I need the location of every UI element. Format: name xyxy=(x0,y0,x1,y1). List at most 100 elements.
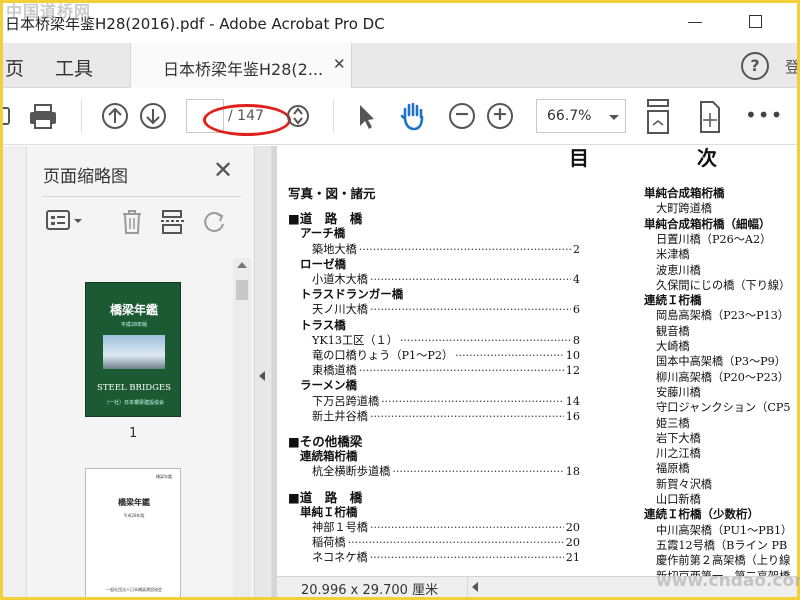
toc-group[interactable]: 連続箱桁橋 xyxy=(300,449,358,464)
page-stepper-icon[interactable] xyxy=(285,99,317,133)
toc-entry[interactable]: 慶作前第２高架橋（上り線 xyxy=(656,553,790,568)
toc-entry[interactable]: 中川高架橋（PU1～PB1） xyxy=(656,523,792,538)
toc-entry[interactable]: 安藤川橋 xyxy=(656,385,701,400)
close-tab-icon[interactable]: ✕ xyxy=(333,55,346,73)
toc-entry[interactable]: 神部１号橋 xyxy=(312,520,368,535)
zoom-in-icon[interactable]: + xyxy=(487,103,513,129)
toc-entry[interactable]: 五霞12号橋（Bライン PB xyxy=(656,538,787,553)
more-icon[interactable]: ••• xyxy=(745,103,783,127)
toc-leader: ········································… xyxy=(381,394,564,408)
toc-entry[interactable]: 国本中高架橋（P3～P9） xyxy=(656,354,786,369)
toc-leader: ········································… xyxy=(358,364,564,378)
toc-entry[interactable]: 川之江橋 xyxy=(656,446,701,461)
document-tab[interactable]: 日本桥梁年鉴H28(2... ✕ xyxy=(130,43,352,88)
toc-group[interactable]: トラス橋 xyxy=(300,318,346,333)
toc-entry[interactable]: 新土井谷橋 xyxy=(312,409,368,424)
sign-in-link[interactable]: 登 xyxy=(785,56,797,77)
collapse-arrow-icon xyxy=(259,371,265,381)
toc-entry[interactable]: 新賀々沢橋 xyxy=(656,477,712,492)
minimize-button[interactable] xyxy=(684,11,706,33)
select-arrow-icon[interactable] xyxy=(351,99,383,133)
next-page-icon[interactable] xyxy=(137,99,169,133)
toc-entry[interactable]: 米津橋 xyxy=(656,247,690,262)
panel-collapse-handle[interactable] xyxy=(255,146,272,597)
toc-entry[interactable]: 竜の口橋りょう（P1～P2） xyxy=(312,348,453,363)
insert-page-icon[interactable] xyxy=(159,208,187,236)
thumbnails-panel: 页面缩略图 ✕ 橋梁年鑑 平成28年版 STEEL BRIDGES （一社）日本… xyxy=(27,146,255,597)
hand-tool-icon[interactable] xyxy=(397,99,429,133)
toc-entry[interactable]: 守口ジャンクション（CP5 xyxy=(656,400,791,415)
cover-publisher: （一社）日本橋梁建設協会 xyxy=(103,400,164,406)
toc-group[interactable]: 連続Ｉ桁橋 xyxy=(644,293,702,308)
toc-entry[interactable]: 波恵川橋 xyxy=(656,263,701,278)
rotate-page-icon[interactable] xyxy=(201,208,229,236)
toc-entry[interactable]: 小道木大橋 xyxy=(312,272,368,287)
scroll-left-icon[interactable] xyxy=(472,582,478,592)
toolbar: / 147 − + 66.7% ••• xyxy=(3,89,797,145)
toc-leader: ········································… xyxy=(399,333,571,347)
scrollbar-thumb[interactable] xyxy=(236,280,248,300)
toc-group[interactable]: 単純合成箱桁橋（細幅） xyxy=(644,217,771,232)
help-icon[interactable]: ? xyxy=(741,52,769,80)
toc-section[interactable]: ■道 路 橋 xyxy=(288,490,362,505)
maximize-button[interactable] xyxy=(744,11,766,33)
zoom-value: 66.7% xyxy=(547,108,592,124)
toc-group[interactable]: アーチ橋 xyxy=(300,226,345,241)
toc-group[interactable]: ラーメン橋 xyxy=(300,378,357,393)
fit-page-icon[interactable] xyxy=(643,99,675,134)
delete-page-icon[interactable] xyxy=(119,208,145,236)
toc-entry[interactable]: 稲荷橋 xyxy=(312,535,346,550)
toc-section[interactable]: ■道 路 橋 xyxy=(288,211,362,226)
toc-leader: ········································… xyxy=(347,536,564,550)
toc-group[interactable]: トラスドランガー橋 xyxy=(300,287,403,302)
toc-entry[interactable]: 岡島高架橋（P23～P13） xyxy=(656,308,789,323)
toc-entry[interactable]: 姫三橋 xyxy=(656,416,690,431)
prev-page-icon[interactable] xyxy=(99,99,131,133)
thumbnail-page-1[interactable]: 橋梁年鑑 平成28年版 STEEL BRIDGES （一社）日本橋梁建設協会 xyxy=(85,282,181,417)
panel-divider xyxy=(41,196,241,197)
toc-group[interactable]: ローゼ橋 xyxy=(300,257,346,272)
toc-entry[interactable]: 福原橋 xyxy=(656,461,690,476)
toc-entry[interactable]: ネコネケ橋 xyxy=(312,550,368,565)
toc-entry[interactable]: YK13工区（１） xyxy=(312,333,398,348)
toc-group[interactable]: 単純Ｉ桁橋 xyxy=(300,505,358,520)
toc-entry[interactable]: 東橋道橋 xyxy=(312,363,357,378)
rotate-view-icon[interactable] xyxy=(693,99,725,133)
thumbnail-options-icon[interactable] xyxy=(45,208,85,234)
thumbnail-page-2[interactable]: 橋梁年鑑 橋梁年鑑 平成28年版 一般社団法人日本橋梁建設協会 xyxy=(85,468,181,597)
toc-entry[interactable]: 観音橋 xyxy=(656,324,690,339)
save-icon[interactable] xyxy=(3,99,25,133)
tab-bar: 页 工具 日本桥梁年鉴H28(2... ✕ ? 登 xyxy=(3,43,797,88)
toc-group[interactable]: 連続Ｉ桁橋（少数桁） xyxy=(644,507,759,522)
toc-group[interactable]: 単純合成箱桁橋 xyxy=(644,186,725,201)
print-icon[interactable] xyxy=(27,99,59,133)
toc-leader: ········································… xyxy=(455,349,564,362)
toc-entry[interactable]: 山口新橋 xyxy=(656,492,701,507)
toc-entry[interactable]: 日置川橋（P26～A2） xyxy=(656,232,771,247)
menu-home[interactable]: 页 xyxy=(5,54,24,81)
toc-leader: ········································… xyxy=(392,465,564,479)
toc-section[interactable]: 写真・図・諸元 xyxy=(288,186,376,201)
menu-tools[interactable]: 工具 xyxy=(55,54,93,81)
toc-entry[interactable]: 築地大橋 xyxy=(312,242,357,257)
toc-entry[interactable]: 大崎橋 xyxy=(656,339,690,354)
toc-leader: ········································… xyxy=(369,521,564,534)
thumb2-corner: 橋梁年鑑 xyxy=(156,474,172,479)
toc-entry[interactable]: 大町跨道橋 xyxy=(656,201,712,216)
toc-entry[interactable]: 下万呂跨道橋 xyxy=(312,394,379,409)
close-panel-icon[interactable]: ✕ xyxy=(213,156,233,184)
toc-entry[interactable]: 天ノ川大橋 xyxy=(312,302,368,317)
toc-entry[interactable]: 久保間にじの橋（下り線） xyxy=(656,278,790,293)
toc-entry[interactable]: 柳川高架橋（P20～P23） xyxy=(656,370,789,385)
toolbar-divider xyxy=(333,99,334,133)
zoom-select[interactable]: 66.7% xyxy=(536,99,626,133)
acrobat-window: 日本桥梁年鉴H28(2016).pdf - Adobe Acrobat Pro … xyxy=(3,3,797,597)
thumb2-sub: 平成28年版 xyxy=(123,513,145,518)
toc-section[interactable]: ■その他橋梁 xyxy=(288,434,362,449)
zoom-out-icon[interactable]: − xyxy=(449,103,475,129)
panel-scrollbar[interactable] xyxy=(233,258,251,597)
toc-entry[interactable]: 岩下大橋 xyxy=(656,431,701,446)
document-view[interactable]: 目 次 写真・図・諸元 ■道 路 橋アーチ橋 築地大橋 2 ··············… xyxy=(272,146,797,597)
toc-entry[interactable]: 杭全横断歩道橋 xyxy=(312,464,390,479)
scroll-up-icon[interactable] xyxy=(237,262,247,268)
